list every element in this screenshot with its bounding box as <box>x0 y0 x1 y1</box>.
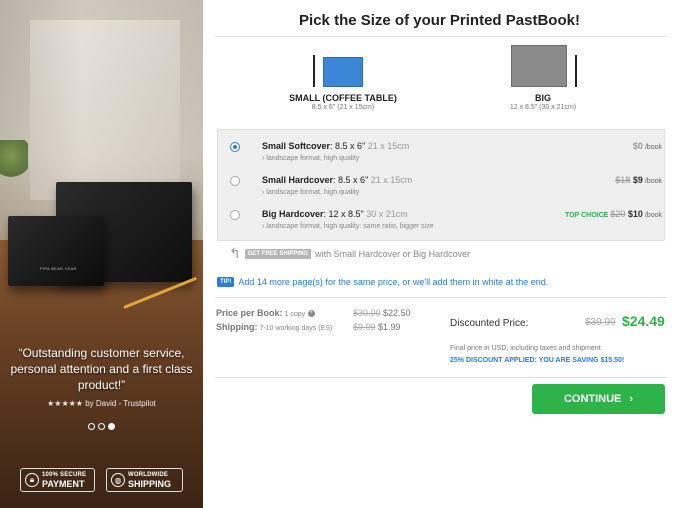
page-title: Pick the Size of your Printed PastBook! <box>299 12 580 29</box>
cover-options: Small Softcover: 8.5 x 6" 21 x 15cm › la… <box>217 129 665 241</box>
star-rating-icon: ★★★★★ <box>47 399 83 408</box>
option-small-softcover[interactable]: Small Softcover: 8.5 x 6" 21 x 15cm › la… <box>218 134 666 166</box>
badge-large-text: PAYMENT <box>42 479 85 489</box>
book-cover-text: PIPA BEAR YEAR <box>40 266 77 271</box>
option-size: : 12 x 8.5" <box>323 209 364 219</box>
option-size-cm: 21 x 15cm <box>368 175 413 185</box>
big-book-illustration <box>463 45 623 91</box>
option-price-old: $20 <box>610 209 626 219</box>
final-price-note: Final price in USD, including taxes and … <box>450 345 603 352</box>
option-per-book: /book <box>642 144 662 151</box>
discounted-price-label: Discounted Price: <box>450 318 529 329</box>
option-price: $0 /book <box>633 141 662 151</box>
continue-label: CONTINUE <box>563 393 622 405</box>
option-small-hardcover[interactable]: Small Hardcover: 8.5 x 6" 21 x 15cm › la… <box>218 168 666 200</box>
promo-panel: PIPA BEAR YEAR “Outstanding customer ser… <box>0 0 203 508</box>
shipping-days: 7-10 working days (ES) <box>257 325 333 332</box>
worldwide-shipping-badge: ◍ WORLDWIDE SHIPPING <box>106 468 183 492</box>
option-price-value: $0 <box>632 141 643 151</box>
option-name: Small Softcover <box>262 141 331 151</box>
tip-tag: TIP! <box>217 277 235 287</box>
discounted-price-new: $24.49 <box>622 313 665 329</box>
price-per-book-values: $30.00 $22.50 <box>353 308 411 318</box>
option-big-hardcover[interactable]: Big Hardcover: 12 x 8.5" 30 x 21cm › lan… <box>218 202 666 234</box>
testimonial-author-name: by David - Trustpilot <box>82 399 156 408</box>
option-description: › landscape format, high quality <box>262 155 360 162</box>
small-book-illustration <box>263 45 423 91</box>
radio-big-hardcover[interactable] <box>230 210 240 220</box>
carousel-dot-3[interactable] <box>108 423 115 430</box>
carousel-dot-1[interactable] <box>88 423 95 430</box>
option-size-cm: 21 x 15cm <box>365 141 410 151</box>
discount-saving: 25% DISCOUNT APPLIED: YOU ARE SAVING $15… <box>450 357 625 364</box>
size-dims: 12 x 8.5" (30 x 21cm) <box>509 104 577 111</box>
divider <box>215 297 667 298</box>
badge-large-text: SHIPPING <box>128 479 172 489</box>
option-price-old: $18 <box>615 175 631 185</box>
size-option-small[interactable]: SMALL (COFFEE TABLE) 8.5 x 6" (21 x 15cm… <box>263 45 423 111</box>
testimonial-author: ★★★★★ by David - Trustpilot <box>0 399 203 408</box>
size-dims: 8.5 x 6" (21 x 15cm) <box>311 104 375 111</box>
arrow-up-icon: ↰ <box>229 245 241 261</box>
testimonial-quote: “Outstanding customer service, personal … <box>10 346 193 392</box>
free-shipping-text: with Small Hardcover or Big Hardcover <box>315 248 471 259</box>
free-shipping-note: ↰ GET FREE SHIPPING with Small Hardcover… <box>229 245 470 262</box>
big-book-icon <box>511 45 567 87</box>
size-option-big[interactable]: BIG 12 x 8.5" (30 x 21cm) <box>463 45 623 111</box>
option-description: › landscape format, high quality: same r… <box>262 223 434 230</box>
carousel-dots <box>0 423 203 430</box>
radio-small-hardcover[interactable] <box>230 176 240 186</box>
option-price-value: $9 <box>632 175 643 185</box>
option-per-book: /book <box>642 178 662 185</box>
copy-count: 1 copy <box>282 311 306 318</box>
continue-button[interactable]: CONTINUE › <box>532 384 665 414</box>
price-per-book-old: $30.00 <box>353 308 381 318</box>
option-price: $18 $9 /book <box>615 175 662 185</box>
shipping-old: $9.99 <box>353 322 376 332</box>
discounted-price-old: $39.99 <box>585 317 616 328</box>
shipping-values: $9.99 $1.99 <box>353 322 401 332</box>
price-per-book-new: $22.50 <box>380 308 411 318</box>
carousel-dot-2[interactable] <box>98 423 105 430</box>
option-price-value: $10 <box>627 209 643 219</box>
size-name: BIG <box>534 93 551 103</box>
option-price: TOP CHOICE $20 $10 /book <box>565 209 662 219</box>
tip-text: Add 14 more page(s) for the same price, … <box>238 277 549 287</box>
shipping-title: Shipping: <box>216 322 258 332</box>
option-name: Big Hardcover <box>262 209 324 219</box>
option-size-cm: 30 x 21cm <box>363 209 408 219</box>
free-shipping-tag: GET FREE SHIPPING <box>244 248 312 259</box>
pen-icon <box>575 55 577 87</box>
lock-icon: 🔒︎ <box>25 473 39 487</box>
radio-small-softcover[interactable] <box>230 142 240 152</box>
secure-payment-badge: 🔒︎ 100% SECURE PAYMENT <box>20 468 95 492</box>
globe-icon: ◍ <box>111 473 125 487</box>
shipping-new: $1.99 <box>375 322 401 332</box>
option-size: : 8.5 x 6" <box>333 175 369 185</box>
config-panel: Pick the Size of your Printed PastBook! … <box>203 0 676 508</box>
divider <box>215 377 667 378</box>
photo-book-small: PIPA BEAR YEAR <box>8 216 104 286</box>
page: PIPA BEAR YEAR “Outstanding customer ser… <box>0 0 676 508</box>
title-divider <box>215 36 667 37</box>
price-per-book-title: Price per Book: <box>216 308 283 318</box>
pen-icon <box>313 55 315 87</box>
size-name: SMALL (COFFEE TABLE) <box>289 93 397 103</box>
option-size: : 8.5 x 6" <box>330 141 366 151</box>
chevron-right-icon: › <box>629 393 634 405</box>
shipping-label: Shipping: 7-10 working days (ES) <box>216 322 332 332</box>
option-name: Small Hardcover <box>262 175 334 185</box>
price-per-book-label: Price per Book: 1 copy + <box>216 308 315 318</box>
option-per-book: /book <box>642 212 662 219</box>
tip-row: TIP! Add 14 more page(s) for the same pr… <box>217 277 548 287</box>
top-choice-badge: TOP CHOICE <box>565 212 609 219</box>
background-plant <box>0 140 28 180</box>
small-book-icon <box>323 57 363 87</box>
add-copy-icon[interactable]: + <box>307 310 315 318</box>
option-description: › landscape format, high quality <box>262 189 360 196</box>
